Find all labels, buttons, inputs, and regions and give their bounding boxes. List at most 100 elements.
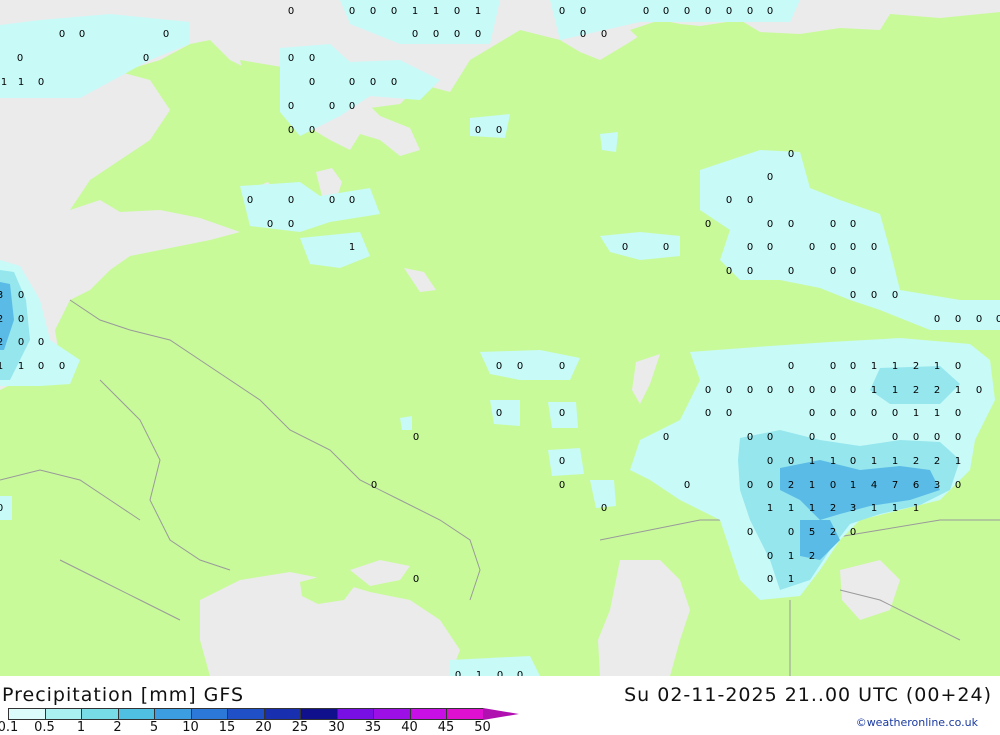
precip-value-label: 0 (59, 361, 65, 372)
precip-value-label: 0 (684, 6, 690, 17)
legend-color-bar (8, 708, 519, 720)
precip-value-label: 0 (143, 53, 149, 64)
precip-value-label: 0 (976, 314, 982, 325)
precip-value-label: 2 (913, 361, 919, 372)
precip-value-label: 1 (788, 503, 794, 514)
precip-value-label: 0 (850, 408, 856, 419)
precip-value-label: 1 (788, 551, 794, 562)
precip-value-label: 0 (955, 408, 961, 419)
precip-value-label: 2 (830, 503, 836, 514)
precip-value-label: 0 (705, 6, 711, 17)
precip-value-label: 1 (955, 456, 961, 467)
precip-value-label: 0 (496, 408, 502, 419)
precip-value-label: 0 (163, 29, 169, 40)
precip-value-label: 1 (18, 361, 24, 372)
precip-value-label: 0 (496, 125, 502, 136)
precip-value-label: 5 (809, 527, 815, 538)
precip-value-label: 0 (955, 361, 961, 372)
legend-swatch-2 (81, 708, 118, 720)
precip-value-label: 0 (705, 219, 711, 230)
precip-value-label: 0 (788, 456, 794, 467)
precip-value-label: 0 (747, 266, 753, 277)
precip-value-label: 1 (934, 361, 940, 372)
precip-value-label: 0 (705, 408, 711, 419)
precip-value-label: 0 (892, 290, 898, 301)
precip-value-label: 0 (892, 408, 898, 419)
precip-value-label: 0 (288, 195, 294, 206)
precip-value-label: 0 (601, 29, 607, 40)
precip-value-label: 1 (0, 361, 3, 372)
precip-value-label: 0 (747, 527, 753, 538)
precip-value-label: 0 (788, 219, 794, 230)
precip-value-label: 0 (454, 6, 460, 17)
precip-value-label: 0 (996, 314, 1000, 325)
precip-value-label: 0 (705, 385, 711, 396)
precip-value-label: 0 (830, 266, 836, 277)
precip-value-label: 0 (288, 6, 294, 17)
precip-value-label: 1 (788, 574, 794, 585)
legend-swatch-12 (446, 708, 483, 720)
precip-value-label: 1 (809, 480, 815, 491)
precip-value-label: 0 (767, 242, 773, 253)
precip-value-label: 0 (413, 574, 419, 585)
precip-value-label: 0 (955, 432, 961, 443)
precip-value-label: 0 (767, 219, 773, 230)
precip-value-label: 0 (747, 480, 753, 491)
precip-value-label: 0 (391, 6, 397, 17)
precip-value-label: 0 (18, 337, 24, 348)
precip-value-label: 0 (747, 242, 753, 253)
precip-value-label: 1 (913, 408, 919, 419)
precip-value-label: 0 (18, 290, 24, 301)
precip-value-label: 0 (767, 574, 773, 585)
legend-swatch-4 (154, 708, 191, 720)
credit-link[interactable]: ©weatheronline.co.uk (856, 716, 978, 729)
precip-value-label: 3 (0, 290, 3, 301)
precip-value-label: 0 (288, 101, 294, 112)
legend-panel: Precipitation [mm] GFS Su 02-11-2025 21.… (0, 676, 1000, 735)
precip-value-label: 1 (412, 6, 418, 17)
precip-value-label: 0 (309, 53, 315, 64)
precip-value-label: 0 (850, 456, 856, 467)
precip-value-label: 0 (767, 480, 773, 491)
precip-value-label: 0 (726, 408, 732, 419)
precip-value-label: 0 (809, 242, 815, 253)
precip-value-label: 0 (475, 29, 481, 40)
precip-value-label: 0 (349, 101, 355, 112)
legend-swatch-5 (190, 708, 227, 720)
precip-value-label: 6 (913, 480, 919, 491)
precip-value-label: 0 (788, 149, 794, 160)
precip-value-label: 0 (580, 6, 586, 17)
precip-value-label: 1 (850, 480, 856, 491)
precip-value-label: 0 (788, 385, 794, 396)
precip-value-label: 0 (288, 53, 294, 64)
legend-swatch-10 (373, 708, 410, 720)
precip-value-label: 1 (871, 503, 877, 514)
precip-value-label: 1 (892, 503, 898, 514)
precip-value-label: 0 (809, 408, 815, 419)
precip-value-label: 0 (767, 551, 773, 562)
precip-value-label: 0 (433, 29, 439, 40)
legend-title: Precipitation [mm] GFS (2, 684, 245, 706)
precip-value-label: 1 (18, 77, 24, 88)
precip-value-label: 1 (892, 456, 898, 467)
precip-value-label: 4 (871, 480, 877, 491)
precip-value-label: 0 (747, 385, 753, 396)
precip-value-label: 0 (850, 527, 856, 538)
precip-value-label: 0 (38, 77, 44, 88)
precip-value-label: 2 (830, 527, 836, 538)
precip-value-label: 0 (892, 432, 898, 443)
precip-value-label: 0 (726, 385, 732, 396)
precip-value-label: 2 (0, 314, 3, 325)
precip-value-label: 1 (767, 503, 773, 514)
precip-value-label: 0 (767, 432, 773, 443)
precip-value-label: 0 (79, 29, 85, 40)
precip-value-label: 0 (955, 480, 961, 491)
precip-value-label: 0 (38, 361, 44, 372)
precip-value-label: 2 (934, 456, 940, 467)
precip-value-label: 0 (767, 385, 773, 396)
precip-value-label: 0 (830, 480, 836, 491)
precip-value-label: 1 (475, 6, 481, 17)
precip-value-label: 0 (349, 195, 355, 206)
precip-value-label: 0 (267, 219, 273, 230)
precip-value-label: 0 (684, 480, 690, 491)
